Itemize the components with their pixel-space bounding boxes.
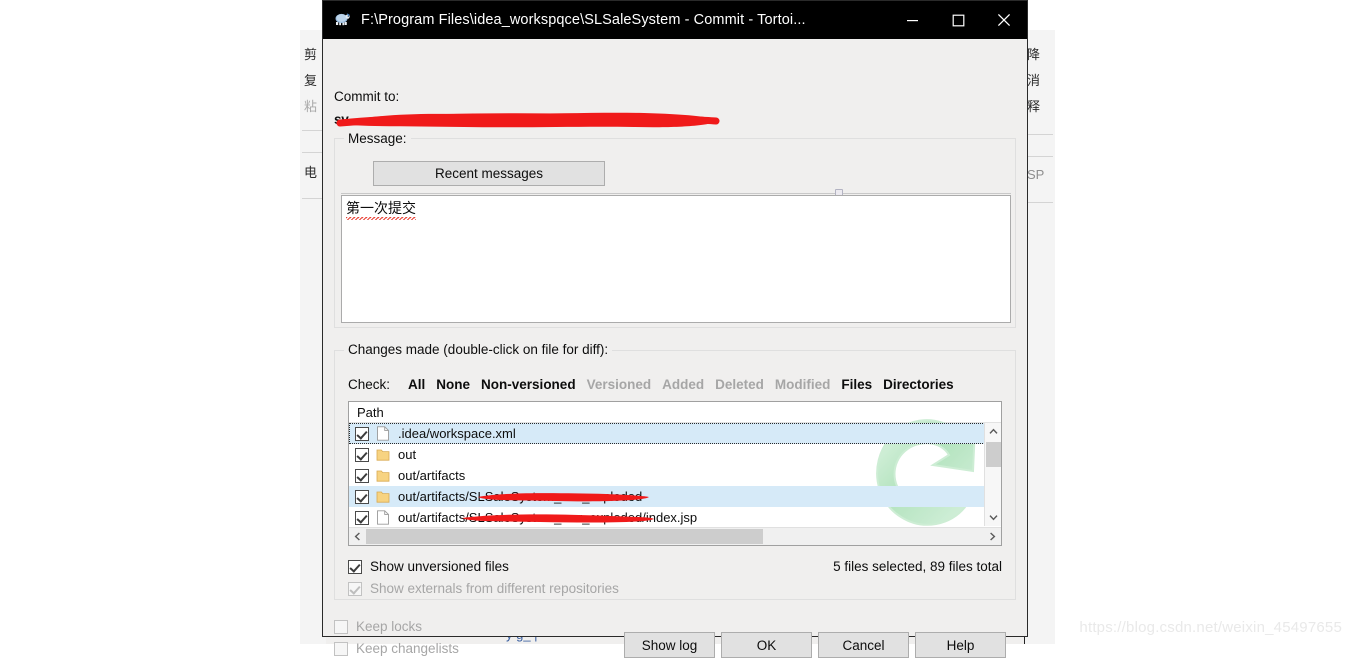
list-horizontal-scrollbar[interactable]	[349, 527, 1001, 545]
keep-locks-checkbox	[334, 619, 348, 634]
commit-message-text: 第一次提交	[346, 199, 416, 220]
table-row[interactable]: out/artifacts	[349, 465, 1001, 486]
table-row[interactable]: out/artifacts/SLSaleSystem_war_exploded	[349, 486, 1001, 507]
bg-right-item-3: SP	[1027, 167, 1045, 182]
close-icon[interactable]	[981, 1, 1027, 39]
changes-legend: Changes made (double-click on file for d…	[344, 342, 613, 357]
bg-left-item-0: 剪	[304, 47, 318, 62]
show-externals-option: Show externals from different repositori…	[348, 581, 619, 596]
horizontal-scroll-thumb[interactable]	[366, 529, 763, 544]
minimize-icon[interactable]	[889, 1, 935, 39]
files-status-text: 5 files selected, 89 files total	[833, 559, 1002, 574]
row-checkbox[interactable]	[355, 447, 369, 462]
keep-locks-option: Keep locks	[334, 619, 422, 634]
show-log-button[interactable]: Show log	[624, 632, 715, 658]
bg-left-item-3: 电	[304, 165, 318, 180]
show-unversioned-checkbox[interactable]	[348, 559, 362, 574]
maximize-icon[interactable]	[935, 1, 981, 39]
scroll-down-icon[interactable]	[985, 509, 1001, 526]
show-externals-checkbox	[348, 581, 362, 596]
file-icon	[376, 510, 390, 525]
row-checkbox[interactable]	[355, 489, 369, 504]
check-label: Check:	[348, 377, 391, 392]
bg-right-divider-2	[1027, 202, 1053, 203]
file-icon	[376, 426, 390, 441]
bg-right-item-0: 降	[1027, 47, 1041, 62]
list-column-header[interactable]: Path	[349, 402, 1001, 423]
row-path: out/artifacts	[398, 468, 466, 483]
folder-icon	[376, 489, 390, 504]
check-link-modified: Modified	[774, 377, 831, 392]
bg-right-item-2: 释	[1027, 99, 1041, 114]
folder-icon	[376, 468, 390, 483]
message-groupbox: Message: Recent messages 第一次提交	[334, 131, 1016, 328]
changes-file-list[interactable]: Path .idea/workspace.xml out out/artifac…	[348, 401, 1002, 546]
bg-left-item-1: 复	[304, 73, 318, 88]
check-link-none[interactable]: None	[436, 377, 470, 392]
message-legend: Message:	[344, 131, 411, 146]
show-externals-label: Show externals from different repositori…	[370, 581, 619, 596]
background-window-right-panel: 降 消 释 SP	[1024, 30, 1055, 644]
bg-right-divider-0	[1027, 134, 1053, 135]
message-splitter-line	[341, 193, 1011, 194]
keep-changelists-label: Keep changelists	[356, 641, 459, 656]
table-row[interactable]: out	[349, 444, 1001, 465]
folder-icon	[376, 447, 390, 462]
bg-left-divider-2	[302, 198, 324, 199]
keep-changelists-option: Keep changelists	[334, 641, 459, 656]
check-link-non-versioned[interactable]: Non-versioned	[481, 377, 576, 392]
cancel-button[interactable]: Cancel	[818, 632, 909, 658]
column-header-path: Path	[357, 404, 384, 420]
row-path: out/artifacts/SLSaleSystem_war_exploded	[398, 489, 649, 504]
check-link-added: Added	[662, 377, 705, 392]
blog-watermark: https://blog.csdn.net/weixin_45497655	[1079, 619, 1342, 636]
commit-message-input[interactable]: 第一次提交	[341, 195, 1011, 323]
commit-to-label: Commit to:	[334, 89, 400, 104]
vertical-scroll-thumb[interactable]	[986, 442, 1001, 467]
show-unversioned-files-option[interactable]: Show unversioned files	[348, 559, 509, 574]
check-link-files[interactable]: Files	[841, 377, 872, 392]
check-links-row: Check: All None Non-versioned Versioned …	[348, 377, 965, 397]
list-vertical-scrollbar[interactable]	[984, 423, 1001, 526]
row-checkbox[interactable]	[355, 468, 369, 483]
dialog-body: Commit to: sv Message: Recent messages 第…	[323, 39, 1027, 658]
commit-to-url-row: sv	[334, 109, 754, 131]
row-redaction-mark	[462, 514, 654, 523]
row-checkbox[interactable]	[355, 426, 369, 441]
ok-button[interactable]: OK	[721, 632, 812, 658]
bg-right-divider-1	[1027, 156, 1053, 157]
recent-messages-button[interactable]: Recent messages	[373, 161, 605, 186]
commit-to-redaction-mark	[336, 112, 720, 128]
row-redaction-mark	[478, 493, 649, 502]
changes-groupbox: Changes made (double-click on file for d…	[334, 342, 1016, 600]
help-button[interactable]: Help	[915, 632, 1006, 658]
check-link-directories[interactable]: Directories	[883, 377, 954, 392]
table-row[interactable]: out/artifacts/SLSaleSystem_war_exploded/…	[349, 507, 1001, 528]
table-row[interactable]: .idea/workspace.xml	[349, 423, 1001, 444]
scroll-right-icon[interactable]	[984, 528, 1001, 545]
tortoise-svn-turtle-icon	[332, 10, 352, 30]
dialog-titlebar[interactable]: F:\Program Files\idea_workspqce\SLSaleSy…	[323, 1, 1027, 39]
check-link-versioned: Versioned	[586, 377, 652, 392]
check-link-deleted: Deleted	[715, 377, 764, 392]
row-path: out	[398, 447, 417, 462]
dialog-button-bar: Show log OK Cancel Help	[624, 632, 1006, 658]
check-link-all[interactable]: All	[408, 377, 425, 392]
scroll-left-icon[interactable]	[349, 528, 366, 545]
row-path: .idea/workspace.xml	[398, 426, 516, 441]
dialog-title: F:\Program Files\idea_workspqce\SLSaleSy…	[361, 12, 806, 28]
keep-locks-label: Keep locks	[356, 619, 423, 634]
scroll-up-icon[interactable]	[985, 423, 1001, 440]
bg-right-item-1: 消	[1027, 73, 1041, 88]
bg-left-item-2: 粘	[304, 99, 318, 114]
row-path: out/artifacts/SLSaleSystem_war_exploded/…	[398, 510, 697, 525]
row-checkbox[interactable]	[355, 510, 369, 525]
show-unversioned-label: Show unversioned files	[370, 559, 509, 574]
bg-left-divider-1	[302, 152, 324, 153]
bg-left-divider-0	[302, 130, 324, 131]
commit-dialog: F:\Program Files\idea_workspqce\SLSaleSy…	[322, 0, 1028, 658]
